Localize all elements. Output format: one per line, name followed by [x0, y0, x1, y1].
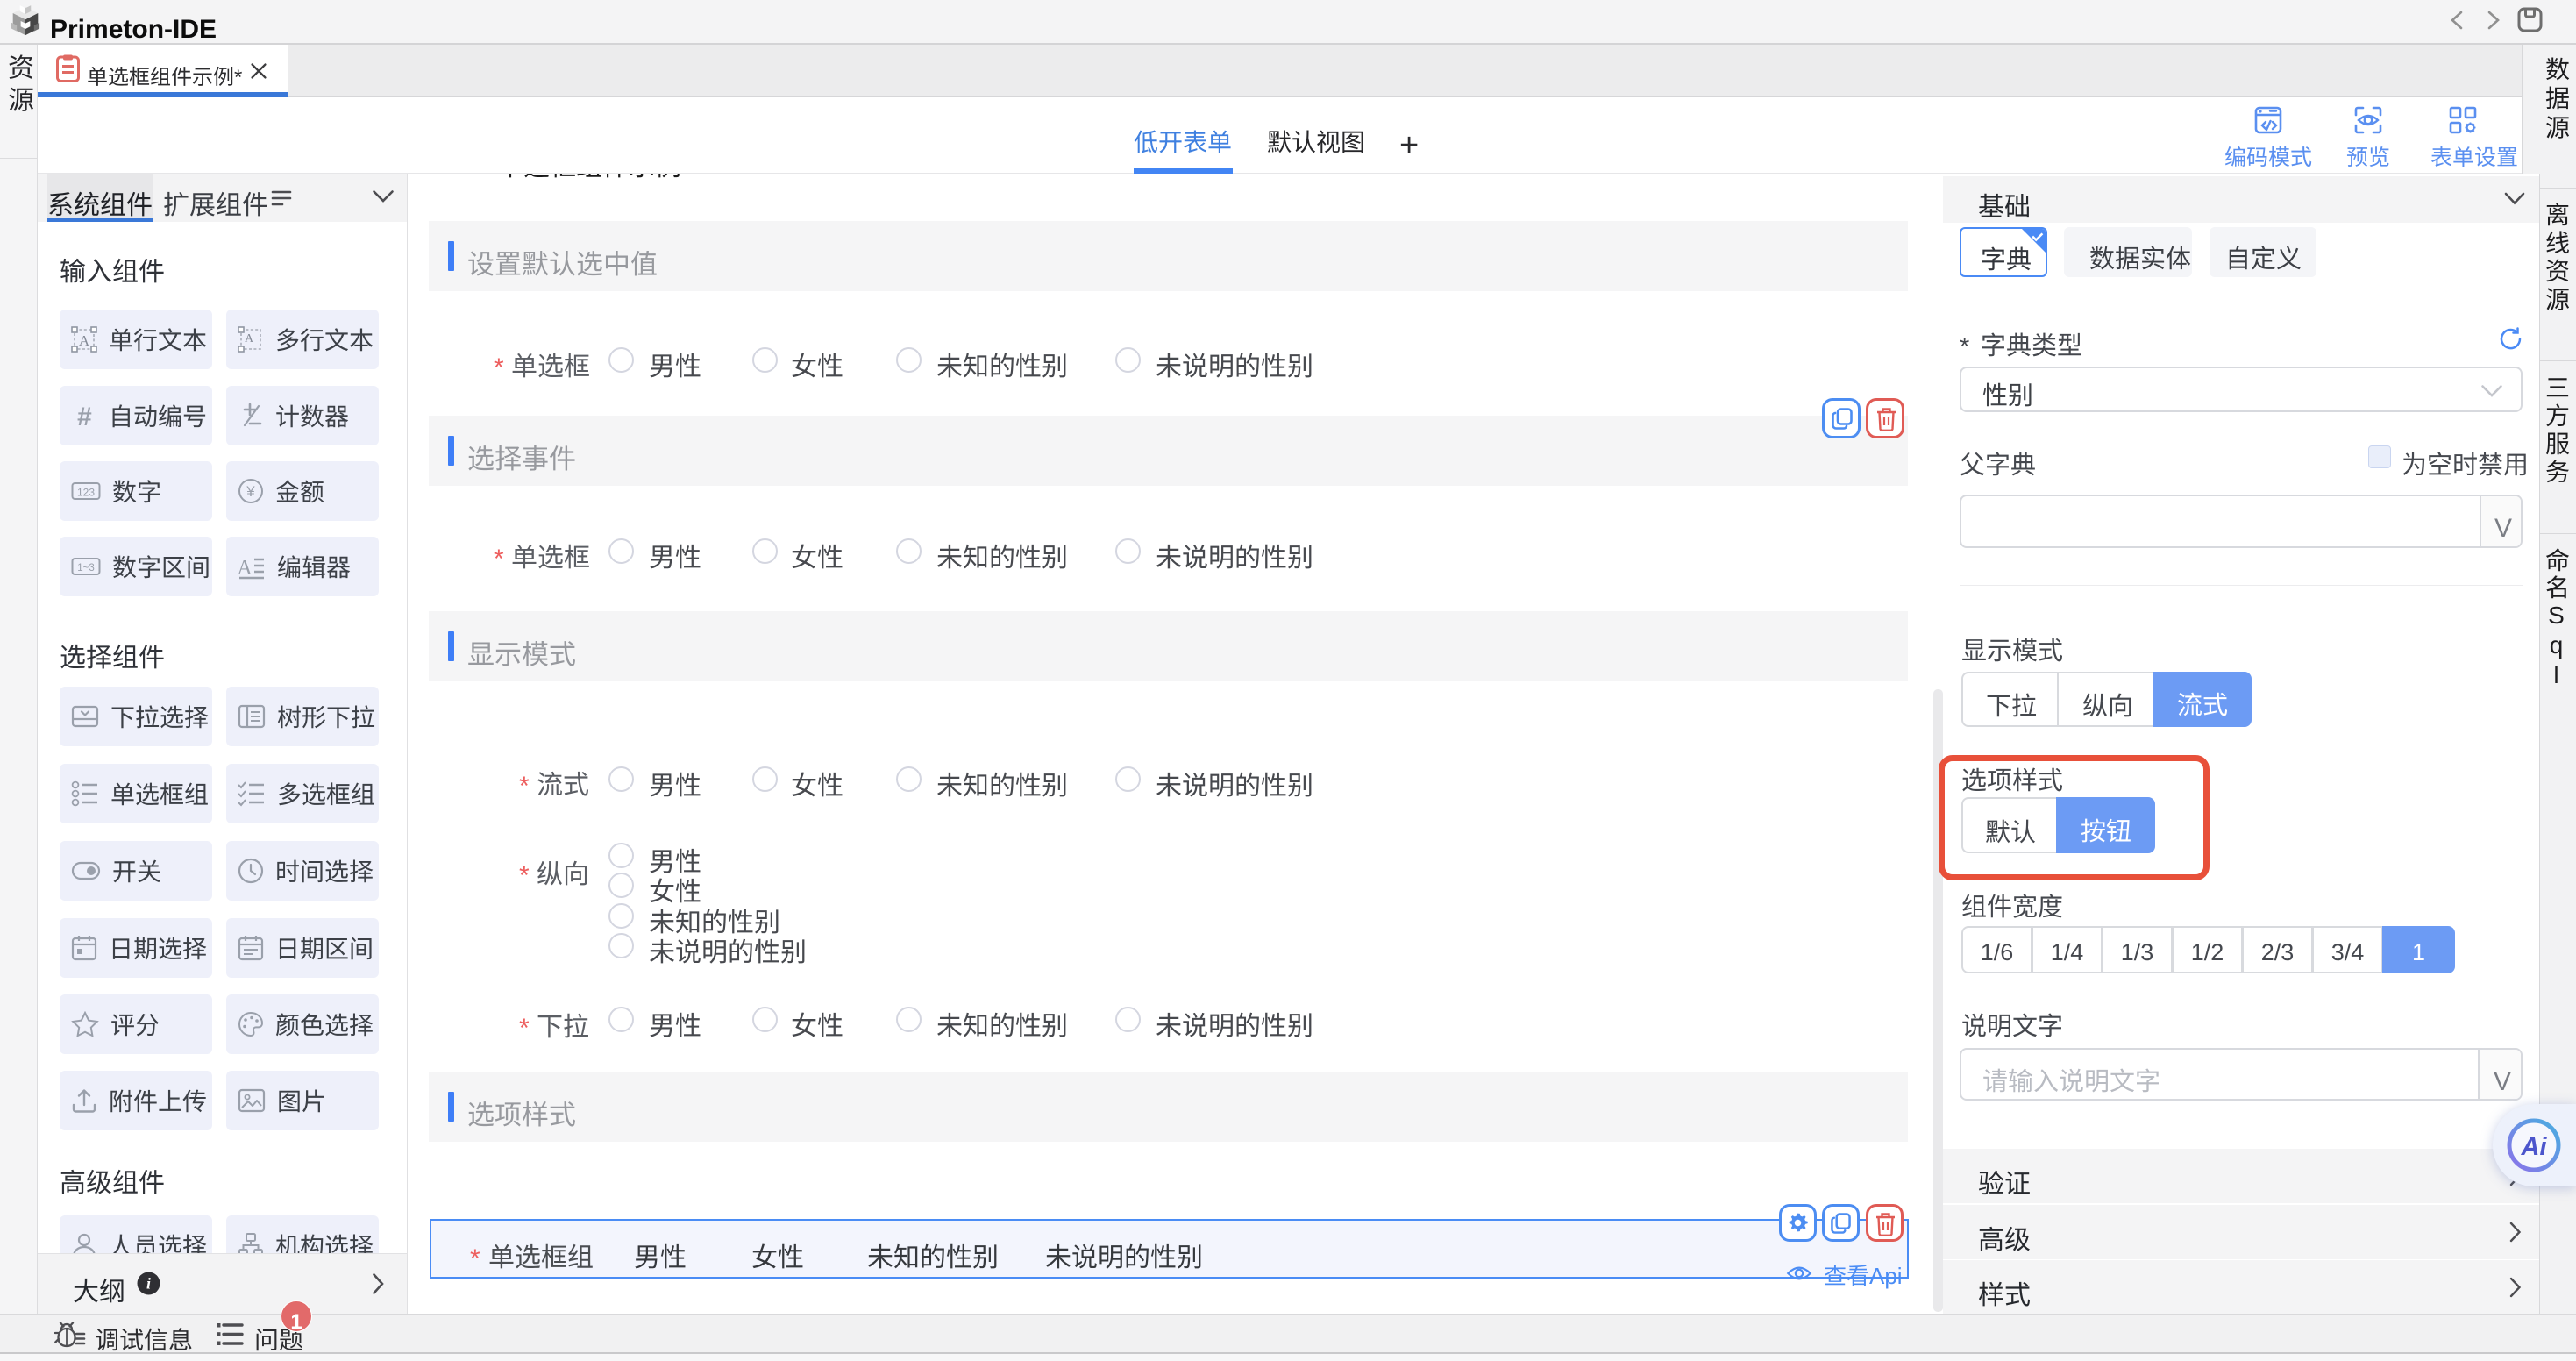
svg-text:#: # — [77, 403, 92, 429]
svg-text:Ai: Ai — [2521, 1133, 2548, 1161]
svg-text:A: A — [238, 557, 253, 580]
svg-text:1~3: 1~3 — [77, 560, 95, 574]
svg-text:123: 123 — [77, 485, 95, 500]
svg-text:A: A — [79, 332, 90, 349]
svg-text:i: i — [146, 1275, 151, 1293]
svg-text:A: A — [245, 332, 254, 346]
svg-text:¥: ¥ — [246, 479, 255, 501]
